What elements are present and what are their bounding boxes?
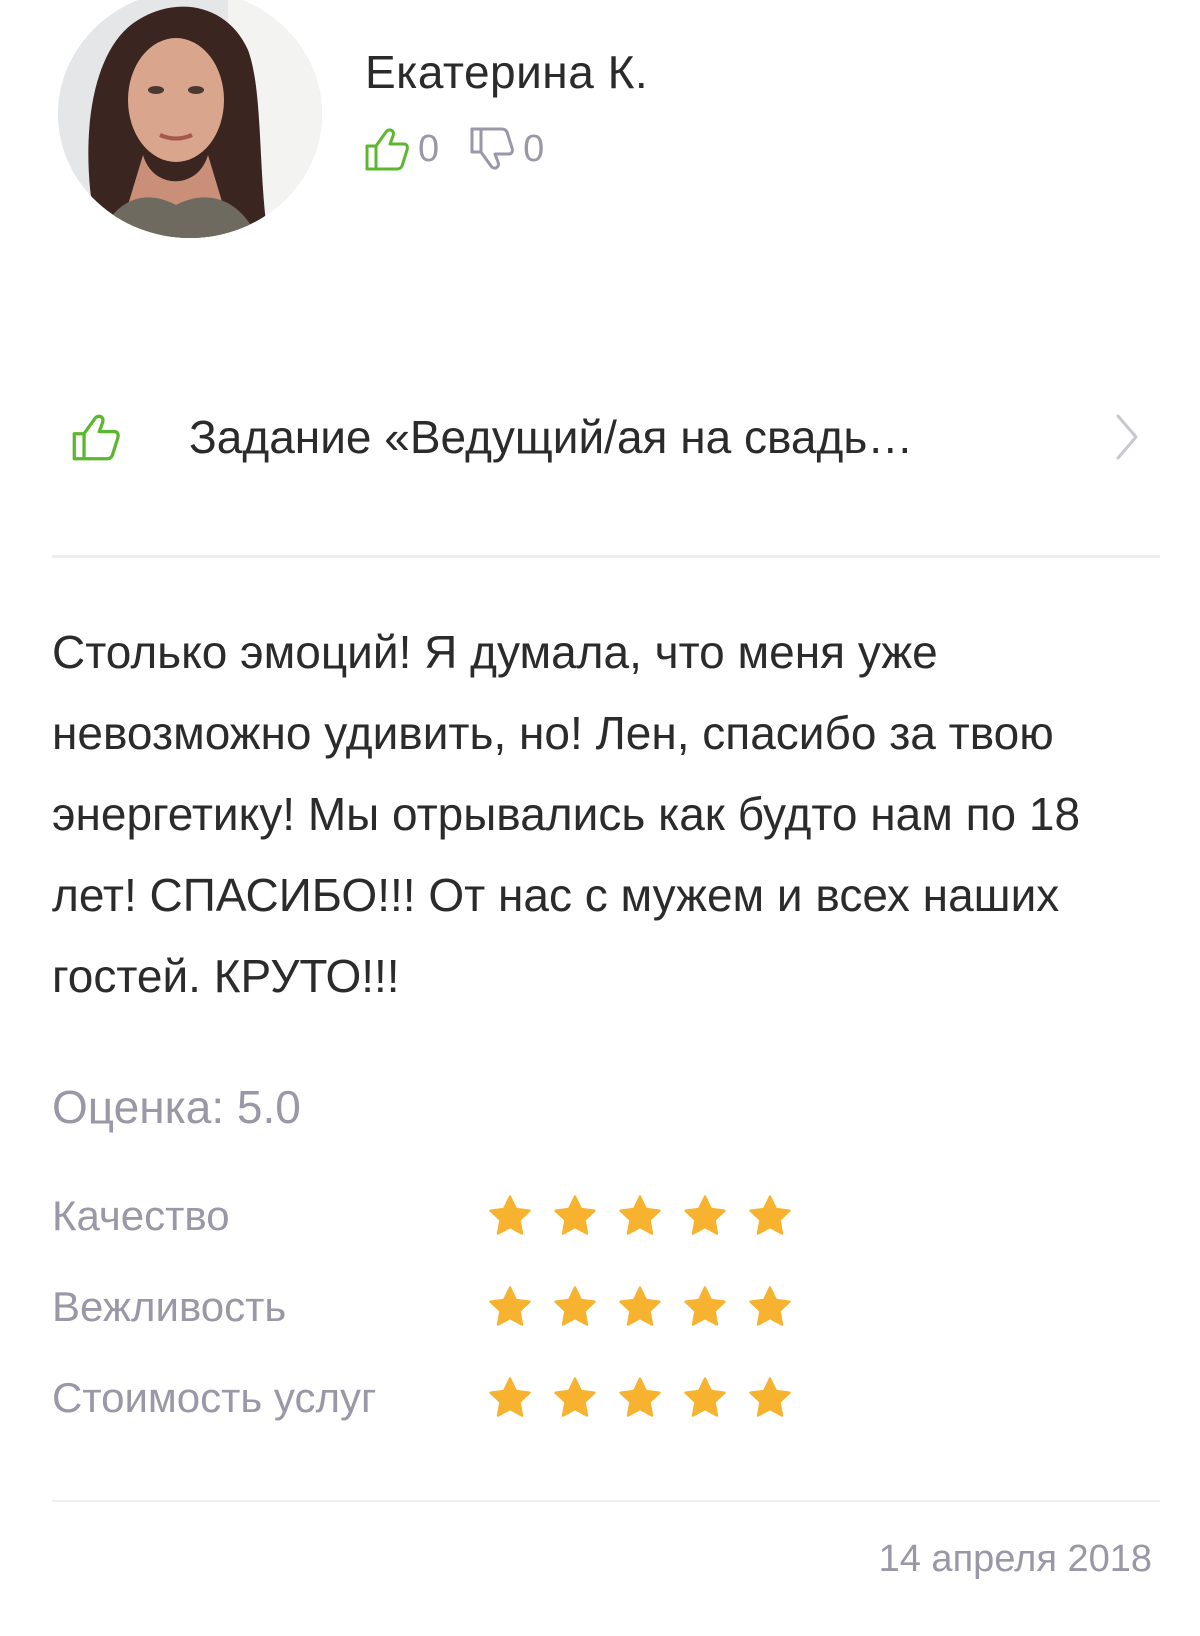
star-icon [684, 1285, 726, 1326]
rating-criteria: Качество Вежливость Стоимость услуг [52, 1170, 812, 1443]
divider [52, 555, 1160, 558]
star-rating [487, 1284, 812, 1330]
criterion-quality: Качество [52, 1170, 812, 1261]
star-icon [749, 1376, 791, 1417]
criterion-label: Стоимость услуг [52, 1373, 377, 1421]
star-icon [554, 1194, 596, 1235]
divider [52, 1500, 1160, 1502]
user-photo [58, 0, 322, 238]
like-button[interactable]: 0 [364, 126, 439, 172]
task-title: Задание «Ведущий/ая на свадь… [189, 411, 914, 463]
star-icon [489, 1194, 531, 1235]
review-text: Столько эмоций! Я думала, что меня уже н… [52, 626, 1081, 1002]
author-name: Екатерина К. [365, 46, 649, 98]
star-icon [619, 1376, 661, 1417]
thumbs-up-icon [72, 414, 120, 461]
star-icon [749, 1285, 791, 1326]
criterion-label: Вежливость [52, 1282, 287, 1330]
dislikes-count: 0 [523, 127, 545, 170]
star-rating [487, 1193, 812, 1239]
star-icon [489, 1376, 531, 1417]
star-icon [619, 1285, 661, 1326]
star-icon [619, 1194, 661, 1235]
star-icon [554, 1285, 596, 1326]
star-icon [684, 1194, 726, 1235]
avatar[interactable] [58, 0, 322, 238]
thumbs-up-icon [365, 128, 409, 171]
criterion-price: Стоимость услуг [52, 1352, 812, 1443]
criterion-label: Качество [52, 1191, 230, 1239]
likes-count: 0 [418, 127, 440, 170]
rating-total: Оценка: 5.0 [52, 1081, 301, 1133]
chevron-right-icon [1116, 414, 1138, 460]
task-thumbs-up-icon [66, 407, 126, 467]
criterion-politeness: Вежливость [52, 1261, 812, 1352]
thumbs-down-icon [470, 127, 515, 170]
vote-bar: 0 0 [364, 124, 544, 174]
star-icon [684, 1376, 726, 1417]
dislike-button[interactable]: 0 [469, 126, 544, 172]
star-rating [487, 1375, 812, 1421]
star-icon [554, 1376, 596, 1417]
star-icon [489, 1285, 531, 1326]
review-date: 14 апреля 2018 [878, 1538, 1152, 1580]
star-icon [749, 1194, 791, 1235]
task-link[interactable]: Задание «Ведущий/ая на свадь… [52, 392, 1160, 482]
